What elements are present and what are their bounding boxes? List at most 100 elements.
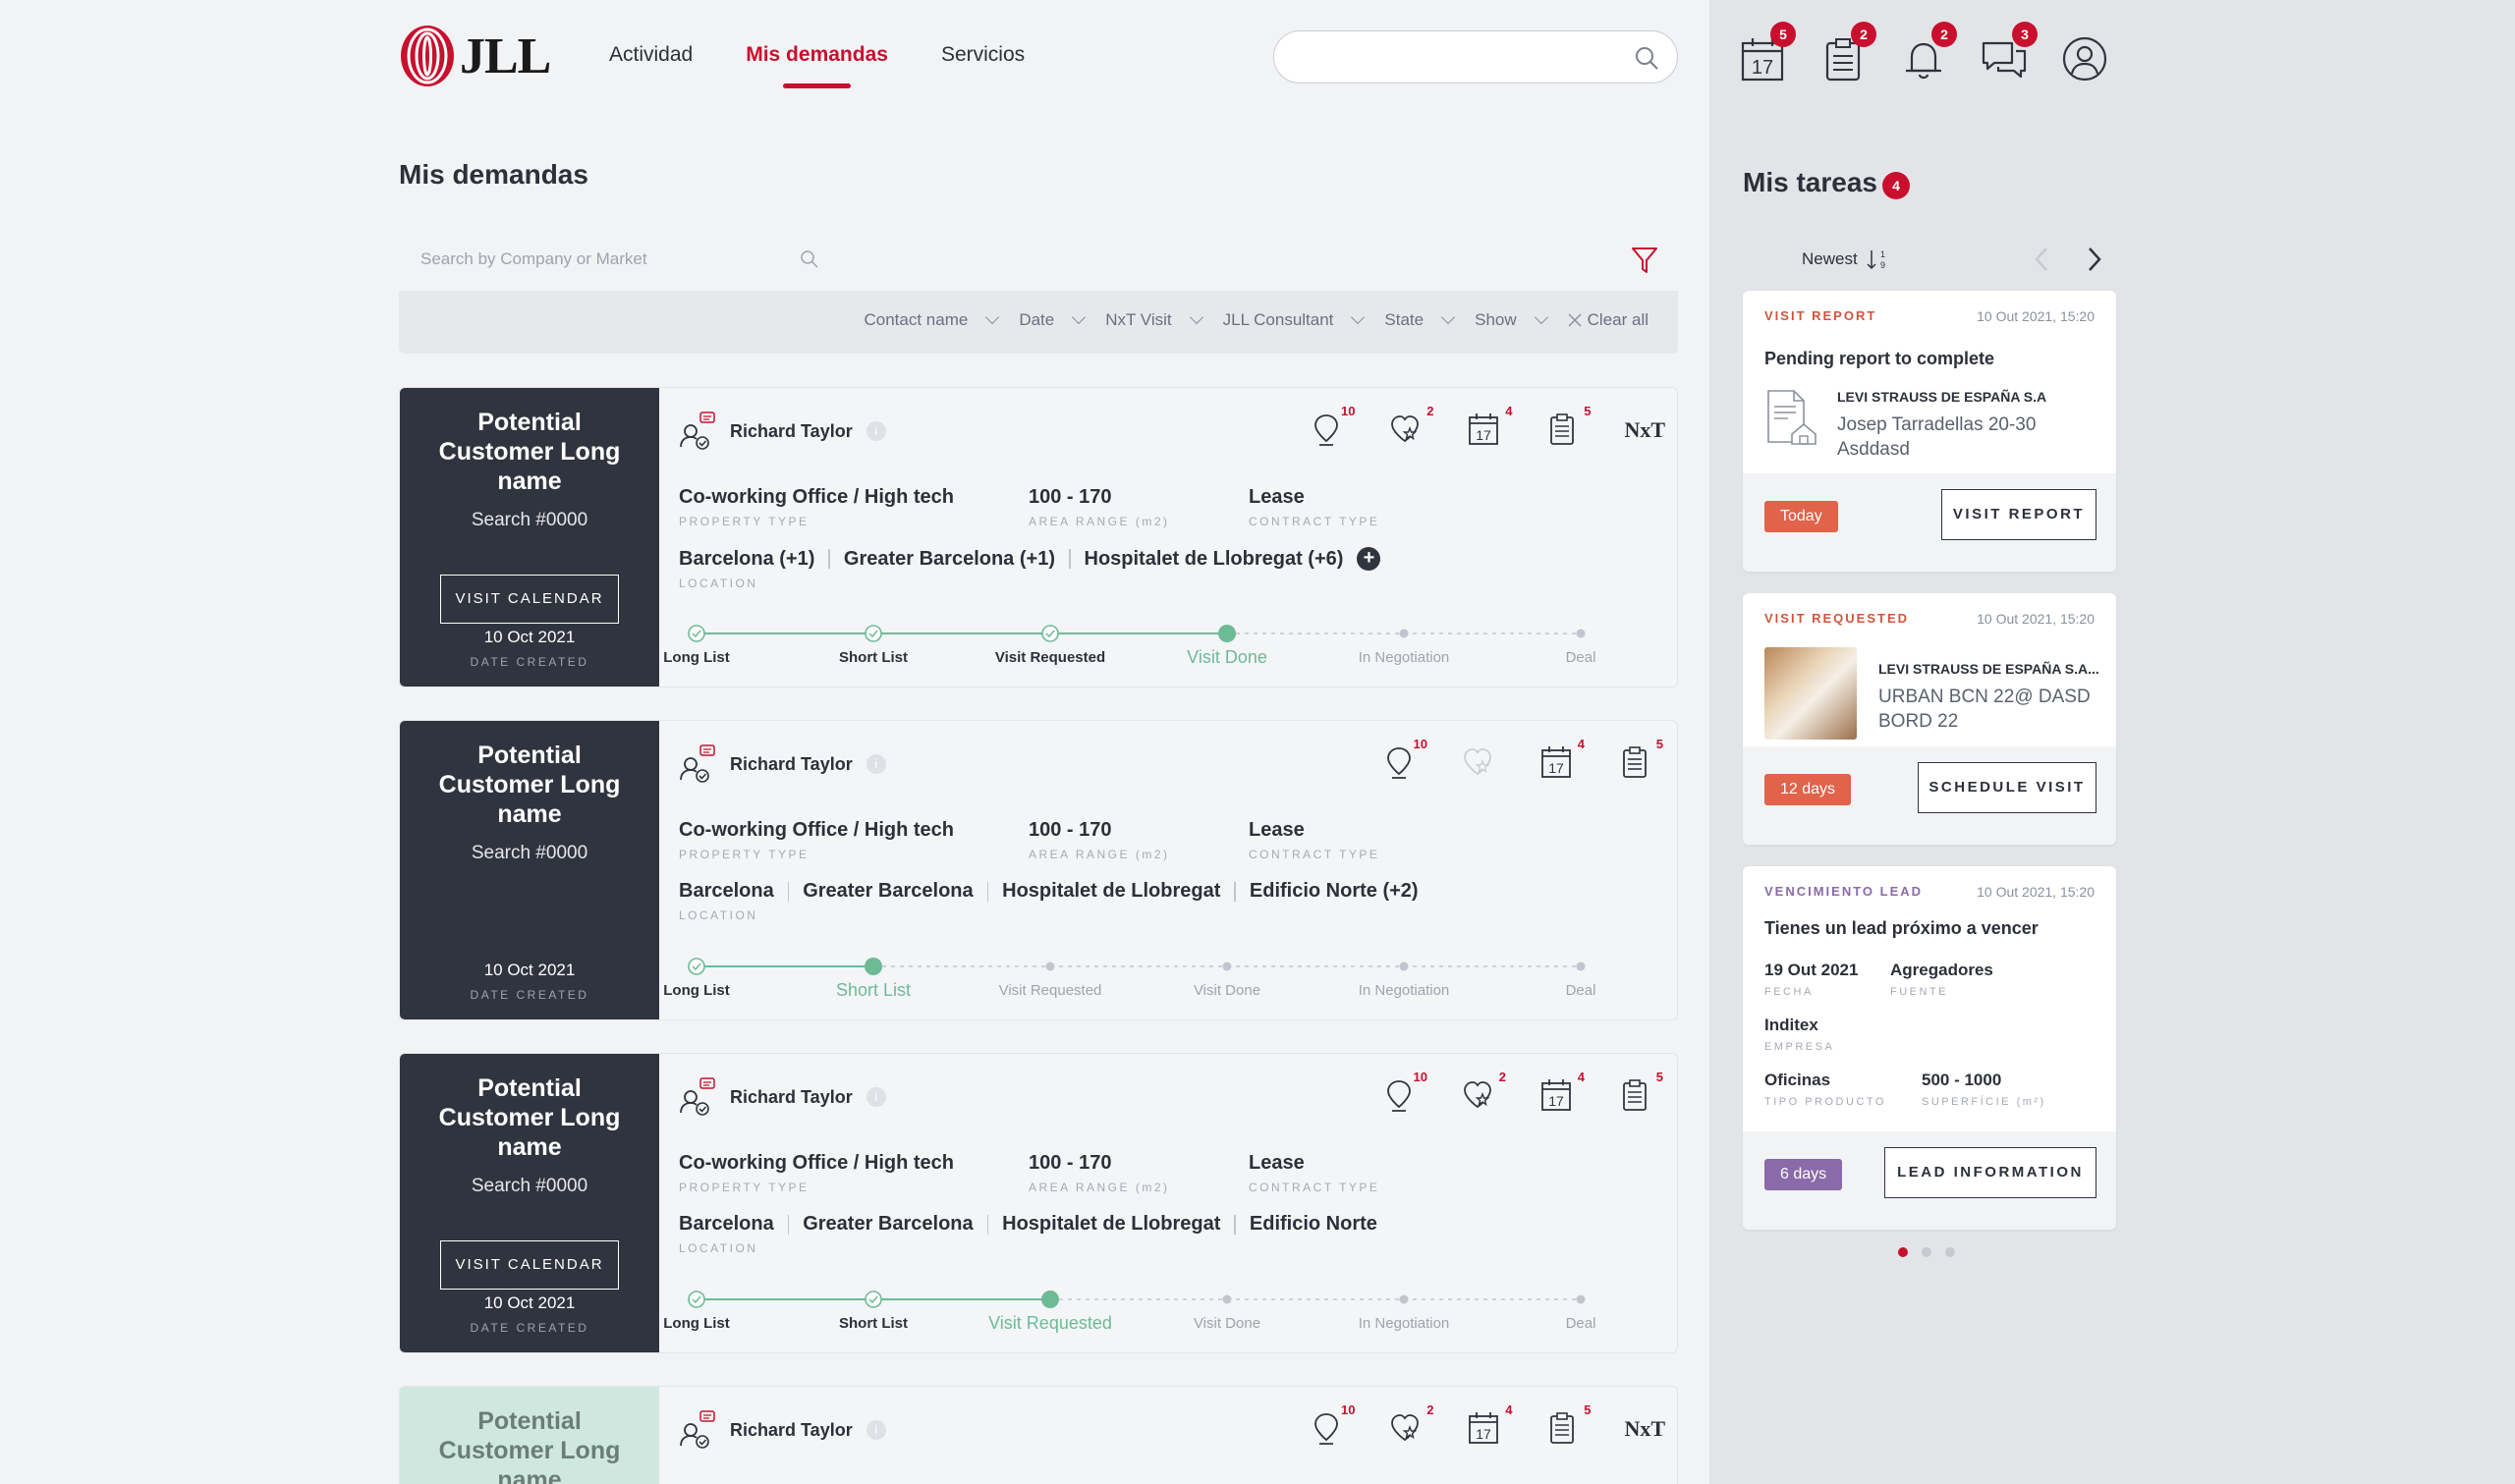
calendar-icon[interactable]: 17 4 <box>1467 1402 1512 1446</box>
sort-dropdown[interactable]: Newest 19 <box>1802 247 1891 271</box>
location-count: 10 <box>1340 404 1356 418</box>
consultant[interactable]: Richard Taylor i <box>679 1077 886 1117</box>
filter-jll-consultant[interactable]: JLL Consultant <box>1223 310 1364 330</box>
carousel-dot[interactable] <box>1922 1247 1931 1257</box>
nav-actividad[interactable]: Actividad <box>609 43 693 88</box>
stage-marker <box>1041 625 1059 642</box>
favorites-icon[interactable] <box>1461 744 1494 780</box>
customer-panel: Potential Customer Long name Search #000… <box>400 721 659 1019</box>
stage-label: Visit Done <box>1187 647 1267 667</box>
filter-show[interactable]: Show <box>1475 310 1546 330</box>
info-icon[interactable]: i <box>866 421 886 441</box>
filter-nxt-visit[interactable]: NxT Visit <box>1105 310 1201 330</box>
chevron-right-icon[interactable] <box>2085 246 2104 273</box>
pipeline-tracker: Long List Short List Visit Requested Visit … <box>663 624 1612 673</box>
lead-information-button[interactable]: LEAD INFORMATION <box>1884 1147 2096 1198</box>
date-created: 10 Oct 2021 <box>483 628 576 646</box>
task-card[interactable]: VISIT REPORT 10 Out 2021, 15:20 Pending … <box>1743 291 2116 572</box>
lead-source-label: FUENTE <box>1890 986 1948 998</box>
search-icon[interactable] <box>800 249 819 269</box>
calendar-icon[interactable]: 17 4 <box>1467 404 1512 447</box>
nav-mis-demandas[interactable]: Mis demandas <box>746 43 888 88</box>
calendar-icon[interactable]: 17 5 <box>1739 22 1796 82</box>
area-range-label: AREA RANGE (m2) <box>1029 848 1170 861</box>
report-icon[interactable]: 5 <box>1545 1402 1591 1446</box>
location-pin-icon[interactable]: 10 <box>1382 1070 1427 1113</box>
filter-contact-name[interactable]: Contact name <box>864 310 997 330</box>
jll-logo[interactable]: JLL <box>399 24 551 88</box>
report-icon[interactable]: 5 <box>1618 1070 1663 1113</box>
search-icon[interactable] <box>1634 45 1659 71</box>
report-icon[interactable]: 5 <box>1618 737 1663 780</box>
location-item: Barcelona <box>679 1213 774 1235</box>
location-item: Greater Barcelona <box>803 880 974 902</box>
demand-card[interactable]: Potential Customer Long name Search #000… <box>399 387 1678 687</box>
filter-label: NxT Visit <box>1105 310 1172 329</box>
location-pin-icon[interactable]: 10 <box>1310 404 1355 447</box>
location-pin-icon[interactable]: 10 <box>1382 737 1427 780</box>
favorites-icon[interactable]: 2 <box>1388 1402 1433 1446</box>
global-search-input[interactable] <box>1273 30 1678 83</box>
demand-card[interactable]: Potential Customer Long name Richard Tay… <box>399 1386 1678 1484</box>
tasks-icon[interactable]: 2 <box>1819 22 1876 82</box>
visits-count: 4 <box>1577 737 1585 751</box>
task-card[interactable]: VENCIMIENTO LEAD 10 Out 2021, 15:20 Tien… <box>1743 866 2116 1230</box>
location-count: 10 <box>1413 737 1427 751</box>
customer-name: Potential Customer Long name <box>438 409 621 495</box>
stage-marker <box>1041 1291 1059 1308</box>
chevron-left-icon[interactable] <box>2032 246 2051 273</box>
consultant[interactable]: Richard Taylor i <box>679 1410 886 1450</box>
schedule-visit-button[interactable]: SCHEDULE VISIT <box>1918 762 2096 813</box>
consultant[interactable]: Richard Taylor i <box>679 744 886 784</box>
pipeline-line <box>688 958 1586 975</box>
user-icon[interactable] <box>2061 35 2108 82</box>
info-icon[interactable]: i <box>866 1087 886 1107</box>
location-pin-icon[interactable]: 10 <box>1310 1402 1355 1446</box>
lead-company: Inditex <box>1764 1016 1818 1034</box>
svg-text:17: 17 <box>1477 427 1492 443</box>
visit-calendar-button[interactable]: VISIT CALENDAR <box>440 575 619 624</box>
filter-state[interactable]: State <box>1384 310 1453 330</box>
main-nav: Actividad Mis demandas Servicios <box>609 43 1025 88</box>
clear-all-button[interactable]: Clear all <box>1568 310 1649 330</box>
task-card[interactable]: VISIT REQUESTED 10 Out 2021, 15:20 LEVI … <box>1743 593 2116 845</box>
nxt-icon[interactable]: NxT <box>1624 1416 1665 1442</box>
filter-label: JLL Consultant <box>1222 310 1334 329</box>
stage-marker <box>688 958 705 975</box>
calendar-icon[interactable]: 17 4 <box>1539 1070 1585 1113</box>
info-icon[interactable]: i <box>866 1420 886 1440</box>
calendar-badge: 5 <box>1770 22 1796 47</box>
carousel-dot[interactable] <box>1898 1247 1908 1257</box>
filter-label: Contact name <box>864 310 969 329</box>
nav-servicios[interactable]: Servicios <box>941 43 1025 88</box>
carousel-dot[interactable] <box>1945 1247 1955 1257</box>
calendar-icon[interactable]: 17 4 <box>1539 737 1585 780</box>
close-icon <box>1568 313 1582 327</box>
nxt-icon[interactable]: NxT <box>1624 417 1665 443</box>
consultant[interactable]: Richard Taylor i <box>679 412 886 451</box>
stage-marker <box>1399 1294 1409 1304</box>
info-icon[interactable]: i <box>866 754 886 774</box>
document-house-icon <box>1767 390 1816 445</box>
location-item: Hospitalet de Llobregat <box>1002 1213 1221 1235</box>
favorites-icon[interactable]: 2 <box>1461 1070 1506 1113</box>
location-item: Barcelona <box>679 880 774 902</box>
demand-card[interactable]: Potential Customer Long name Search #000… <box>399 1053 1678 1353</box>
reports-count: 5 <box>1655 1070 1663 1084</box>
reports-count: 5 <box>1584 1402 1592 1417</box>
bell-icon[interactable]: 2 <box>1900 22 1957 82</box>
company-search-input[interactable]: Search by Company or Market <box>420 236 819 293</box>
favorites-icon[interactable]: 2 <box>1388 404 1433 447</box>
favorites-count: 2 <box>1498 1070 1506 1084</box>
filter-icon[interactable] <box>1631 246 1658 275</box>
report-icon[interactable]: 5 <box>1545 404 1591 447</box>
filter-bar: Contact name Date NxT Visit JLL Consulta… <box>399 291 1678 354</box>
visit-calendar-button[interactable]: VISIT CALENDAR <box>440 1240 619 1290</box>
stage-label: Deal <box>1565 1315 1596 1332</box>
visit-report-button[interactable]: VISIT REPORT <box>1941 489 2096 540</box>
add-location-icon[interactable]: + <box>1357 547 1381 571</box>
demand-card[interactable]: Potential Customer Long name Search #000… <box>399 720 1678 1020</box>
filter-date[interactable]: Date <box>1019 310 1084 330</box>
chat-icon[interactable]: 3 <box>1981 22 2038 82</box>
contract-type-label: CONTRACT TYPE <box>1249 515 1380 528</box>
